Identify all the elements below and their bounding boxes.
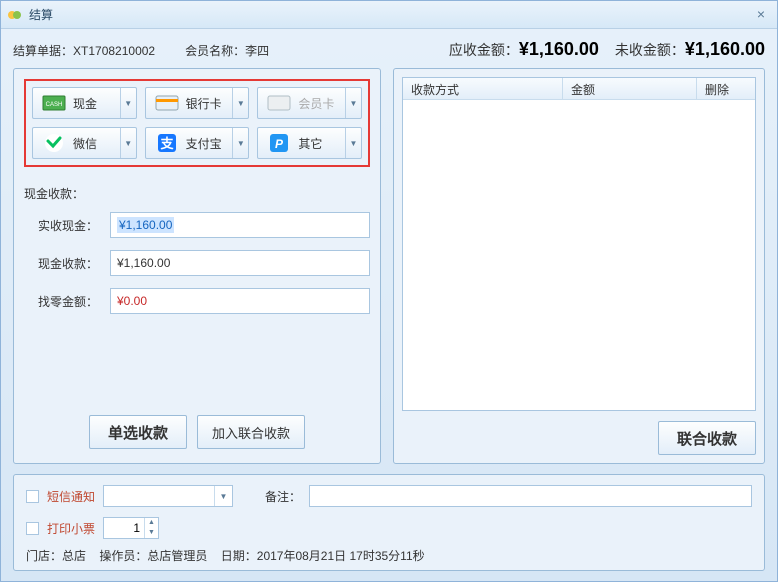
right-panel: 收款方式 金额 删除 联合收款 (393, 68, 765, 464)
sms-checkbox[interactable] (26, 490, 39, 503)
chevron-down-icon[interactable]: ▼ (345, 88, 361, 118)
col-delete[interactable]: 删除 (697, 78, 755, 99)
bottom-panel: 短信通知 ▼ 备注： 打印小票 1 ▲ ▼ (13, 474, 765, 571)
pay-alipay-button[interactable]: 支 支付宝 ▼ (145, 127, 250, 159)
cash-section-title: 现金收款： (24, 185, 370, 202)
payment-table: 收款方式 金额 删除 (402, 77, 756, 411)
bottom-row-2: 打印小票 1 ▲ ▼ (26, 517, 752, 539)
status-row: 门店：总店 操作员：总店管理员 日期：2017年08月21日 17时35分11秒 (26, 547, 752, 564)
pay-other-button[interactable]: P 其它 ▼ (257, 127, 362, 159)
sms-template-combo[interactable]: ▼ (103, 485, 233, 507)
chevron-down-icon[interactable]: ▼ (345, 128, 361, 158)
bottom-row-1: 短信通知 ▼ 备注： (26, 485, 752, 507)
chevron-down-icon[interactable]: ▼ (120, 128, 136, 158)
main-row: CASH 现金 ▼ 银行卡 ▼ 会员卡 ▼ (13, 68, 765, 464)
cash-icon: CASH (41, 93, 67, 113)
remark-input[interactable] (309, 485, 752, 507)
window-title: 结算 (29, 6, 53, 23)
add-joint-collect-button[interactable]: 加入联合收款 (197, 415, 305, 449)
cash-collect-input[interactable]: ¥1,160.00 (110, 250, 370, 276)
chevron-down-icon[interactable]: ▼ (214, 486, 232, 506)
header-row: 结算单据：XT1708210002 会员名称：李四 应收金额：¥1,160.00… (13, 39, 765, 60)
content-area: 结算单据：XT1708210002 会员名称：李四 应收金额：¥1,160.00… (1, 29, 777, 581)
titlebar: 结算 × (1, 1, 777, 29)
pay-bankcard-button[interactable]: 银行卡 ▼ (145, 87, 250, 119)
col-amount[interactable]: 金额 (563, 78, 697, 99)
pay-wechat-button[interactable]: 微信 ▼ (32, 127, 137, 159)
actual-cash-input[interactable]: ¥1,160.00 (110, 212, 370, 238)
cash-collect-row: 现金收款： ¥1,160.00 (24, 250, 370, 276)
svg-text:CASH: CASH (46, 102, 63, 108)
left-panel: CASH 现金 ▼ 银行卡 ▼ 会员卡 ▼ (13, 68, 381, 464)
table-body (403, 100, 755, 410)
settlement-window: 结算 × 结算单据：XT1708210002 会员名称：李四 应收金额：¥1,1… (0, 0, 778, 582)
pay-membercard-button[interactable]: 会员卡 ▼ (257, 87, 362, 119)
col-method[interactable]: 收款方式 (403, 78, 563, 99)
pay-cash-button[interactable]: CASH 现金 ▼ (32, 87, 137, 119)
other-pay-icon: P (266, 133, 292, 153)
right-actions: 联合收款 (402, 421, 756, 455)
wechat-icon (41, 133, 67, 153)
single-collect-button[interactable]: 单选收款 (89, 415, 187, 449)
left-actions: 单选收款 加入联合收款 (24, 415, 370, 453)
print-label[interactable]: 打印小票 (47, 520, 95, 537)
spinner-down-icon[interactable]: ▼ (145, 528, 158, 538)
print-count-spinner[interactable]: 1 ▲ ▼ (103, 517, 159, 539)
change-row: 找零金额： ¥0.00 (24, 288, 370, 314)
chevron-down-icon[interactable]: ▼ (120, 88, 136, 118)
svg-text:P: P (275, 137, 284, 151)
amount-due: 应收金额：¥1,160.00 (449, 39, 599, 60)
payment-method-group: CASH 现金 ▼ 银行卡 ▼ 会员卡 ▼ (24, 79, 370, 167)
app-icon (7, 7, 23, 23)
joint-collect-button[interactable]: 联合收款 (658, 421, 756, 455)
alipay-icon: 支 (154, 133, 180, 153)
actual-cash-row: 实收现金： ¥1,160.00 (24, 212, 370, 238)
bankcard-icon (154, 93, 180, 113)
membercard-icon (266, 93, 292, 113)
change-input[interactable]: ¥0.00 (110, 288, 370, 314)
remark-label: 备注： (265, 488, 301, 505)
close-icon[interactable]: × (751, 7, 771, 23)
print-checkbox[interactable] (26, 522, 39, 535)
svg-text:支: 支 (159, 136, 174, 151)
chevron-down-icon[interactable]: ▼ (232, 88, 248, 118)
member-name: 会员名称：李四 (185, 42, 269, 59)
receipt-id: 结算单据：XT1708210002 (13, 42, 155, 59)
spinner-up-icon[interactable]: ▲ (145, 518, 158, 528)
sms-label[interactable]: 短信通知 (47, 488, 95, 505)
amount-unpaid: 未收金额：¥1,160.00 (615, 39, 765, 60)
table-header: 收款方式 金额 删除 (403, 78, 755, 100)
chevron-down-icon[interactable]: ▼ (232, 128, 248, 158)
